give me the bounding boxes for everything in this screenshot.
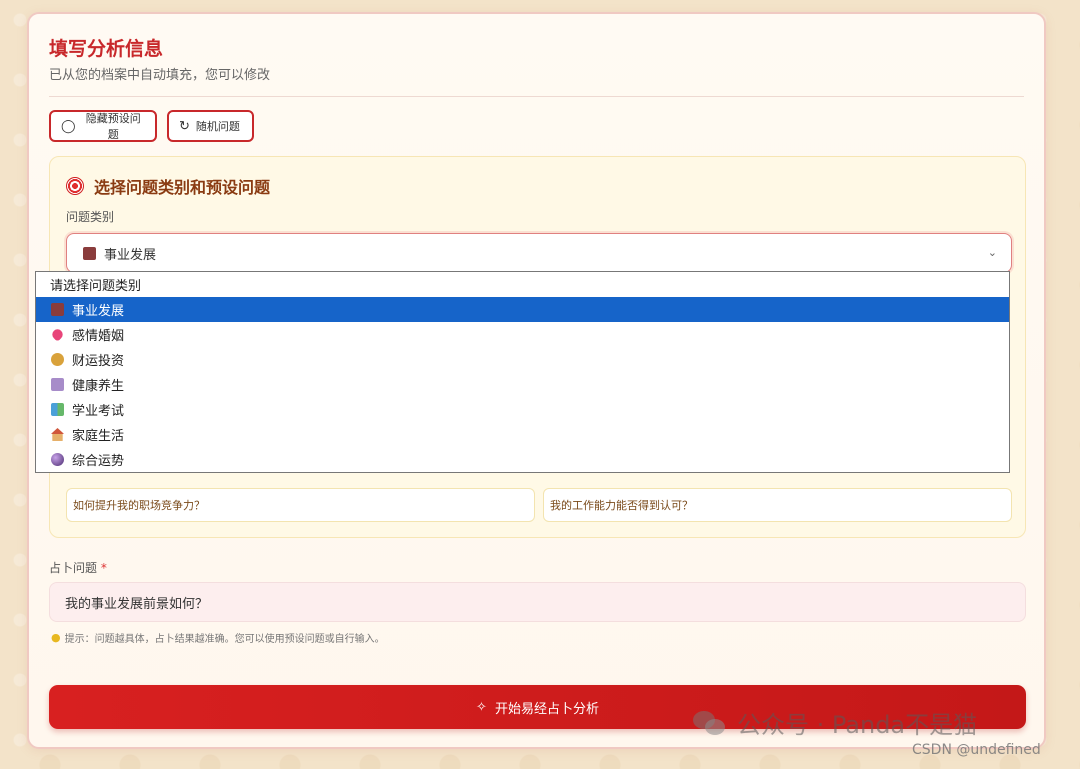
- money-bag-icon: [51, 353, 64, 366]
- wechat-icon: [693, 709, 727, 737]
- dropdown-option-love[interactable]: 感情婚姻: [36, 322, 1009, 347]
- required-mark: *: [100, 561, 107, 575]
- dropdown-placeholder[interactable]: 请选择问题类别: [36, 272, 1009, 297]
- watermark: 公众号 · Panda不是猫: [693, 705, 977, 740]
- watermark-text: 公众号 · Panda不是猫: [737, 711, 978, 739]
- panel-title: 选择问题类别和预设问题: [94, 178, 271, 197]
- preset-question-1[interactable]: 如何提升我的职场竞争力？: [66, 488, 535, 522]
- option-label: 健康养生: [72, 379, 125, 394]
- question-label: 占卜问题 *: [49, 559, 107, 576]
- lightbulb-icon: ◯: [61, 118, 76, 133]
- dropdown-option-general[interactable]: 综合运势: [36, 447, 1009, 472]
- chevron-down-icon: ⌄: [987, 246, 997, 259]
- hide-presets-label: 隐藏预设问题: [85, 113, 141, 141]
- option-label: 事业发展: [72, 304, 125, 319]
- lightbulb-icon: ●: [51, 631, 61, 644]
- header-divider: [49, 96, 1024, 97]
- briefcase-icon: [83, 246, 96, 260]
- question-hint: ● 提示：问题越具体，占卜结果越准确。您可以使用预设问题或自行输入。: [51, 630, 385, 645]
- question-input[interactable]: [49, 582, 1026, 622]
- page-subtitle: 已从您的档案中自动填充，您可以修改: [49, 68, 271, 83]
- crystal-ball-icon: [51, 453, 64, 466]
- option-label: 财运投资: [72, 354, 125, 369]
- option-label: 感情婚姻: [72, 329, 125, 344]
- start-analysis-label: 开始易经占卜分析: [494, 701, 599, 717]
- refresh-icon: ↻: [179, 118, 190, 133]
- sparkle-icon: ✧: [476, 699, 487, 715]
- option-label: 学业考试: [72, 404, 125, 419]
- hint-text: 提示：问题越具体，占卜结果越准确。您可以使用预设问题或自行输入。: [64, 634, 385, 645]
- random-question-button[interactable]: ↻ 随机问题: [167, 110, 254, 142]
- random-question-label: 随机问题: [195, 121, 240, 133]
- hide-presets-button[interactable]: ◯ 隐藏预设问题: [49, 110, 157, 142]
- category-label: 问题类别: [66, 210, 115, 224]
- option-label: 家庭生活: [72, 429, 125, 444]
- book-icon: [51, 378, 64, 391]
- preset-question-2[interactable]: 我的工作能力能否得到认可？: [543, 488, 1012, 522]
- panel-heading: 选择问题类别和预设问题: [66, 174, 270, 198]
- source-watermark: CSDN @undefined: [912, 742, 1041, 758]
- category-dropdown[interactable]: 请选择问题类别 事业发展 感情婚姻 财运投资 健康养生 学业考试 家庭生活 综合…: [35, 271, 1010, 473]
- page-title: 填写分析信息: [49, 38, 164, 60]
- books-icon: [51, 403, 64, 416]
- dropdown-option-career[interactable]: 事业发展: [36, 297, 1009, 322]
- question-label-text: 占卜问题: [49, 561, 98, 575]
- briefcase-icon: [51, 303, 64, 316]
- dropdown-option-health[interactable]: 健康养生: [36, 372, 1009, 397]
- option-label: 综合运势: [72, 454, 125, 469]
- dropdown-option-wealth[interactable]: 财运投资: [36, 347, 1009, 372]
- target-icon: [66, 177, 84, 195]
- heart-icon: [50, 327, 65, 342]
- dropdown-option-study[interactable]: 学业考试: [36, 397, 1009, 422]
- house-icon: [51, 428, 64, 441]
- dropdown-option-family[interactable]: 家庭生活: [36, 422, 1009, 447]
- dropdown-placeholder-label: 请选择问题类别: [50, 279, 142, 294]
- selected-category: 事业发展: [104, 247, 157, 263]
- category-select[interactable]: 事业发展 ⌄: [66, 233, 1012, 273]
